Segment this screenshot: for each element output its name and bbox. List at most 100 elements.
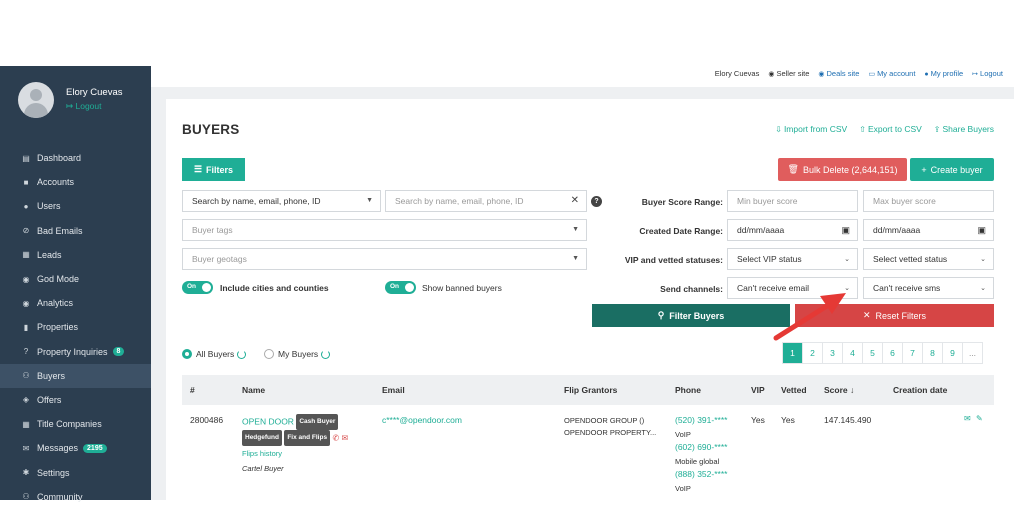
sidebar-item-property-inquiries[interactable]: ? Property Inquiries 8 <box>0 340 151 364</box>
sidebar-item-dashboard[interactable]: ▤ Dashboard <box>0 146 151 170</box>
page-button[interactable]: 3 <box>822 342 843 364</box>
buyer-name-link[interactable]: OPEN DOOR <box>242 416 294 426</box>
search-by-select[interactable]: Search by name, email, phone, ID ▼ <box>182 190 381 212</box>
sidebar-item-label: Settings <box>37 467 70 478</box>
top-link-my-account[interactable]: ▭ My account <box>868 69 915 78</box>
vetted-status-select[interactable]: Select vetted status ⌄ <box>863 248 994 270</box>
chevron-down-icon: ⌄ <box>844 256 850 263</box>
sidebar-item-buyers[interactable]: ⚇ Buyers <box>0 363 151 388</box>
buyer-email-link[interactable]: c****@opendoor.com <box>382 415 462 425</box>
chevron-down-icon: ▼ <box>366 197 373 204</box>
buyer-id: 2800486 <box>190 415 224 425</box>
mail-icon[interactable]: ✉ <box>342 433 349 442</box>
top-link-my-profile[interactable]: ● My profile <box>924 69 963 78</box>
phone-link[interactable]: (888) 352-**** <box>675 468 727 482</box>
phone-link[interactable]: (520) 391-**** <box>675 414 727 428</box>
reset-filters-button[interactable]: ✕ Reset Filters <box>795 304 994 327</box>
sidebar-item-label: Title Companies <box>37 419 102 430</box>
import-csv-link[interactable]: ⇩ Import from CSV <box>775 124 847 134</box>
sidebar-item-label: Analytics <box>37 298 74 309</box>
top-link-logout[interactable]: ↦ Logout <box>972 69 1003 78</box>
chevron-down-icon: ▼ <box>572 255 579 262</box>
edit-icon[interactable]: ✎ <box>976 414 983 423</box>
sidebar-item-label: Buyers <box>37 370 66 381</box>
page-button[interactable]: 4 <box>842 342 863 364</box>
col-score[interactable]: Score ↓ <box>824 385 854 395</box>
mail-icon[interactable]: ✉ <box>964 414 971 423</box>
sidebar-item-offers[interactable]: ◈ Offers <box>0 388 151 412</box>
sidebar-item-label: Offers <box>37 394 62 405</box>
show-banned-label: Show banned buyers <box>422 283 502 293</box>
vip-status-select[interactable]: Select VIP status ⌄ <box>727 248 858 270</box>
logout-icon: ↦ <box>972 71 979 78</box>
close-icon: ✕ <box>862 310 871 320</box>
pagination: 1 2 3 4 5 6 7 8 9... <box>782 342 983 364</box>
grantor-item: OPENDOOR GROUP () <box>564 416 645 425</box>
plus-icon: + <box>921 164 927 175</box>
sidebar-item-leads[interactable]: ▦ Leads <box>0 243 151 267</box>
avatar[interactable] <box>18 82 54 118</box>
col-vip[interactable]: VIP <box>751 385 765 395</box>
loading-icon <box>321 349 331 359</box>
filter-buyers-button[interactable]: ⚲ Filter Buyers <box>592 304 790 327</box>
col-email[interactable]: Email <box>382 385 405 395</box>
sms-channel-select[interactable]: Can't receive sms ⌄ <box>863 277 994 299</box>
phone-link[interactable]: (602) 690-**** <box>675 441 727 455</box>
page-button[interactable]: 9 <box>942 342 963 364</box>
include-cities-toggle[interactable]: On <box>182 281 213 294</box>
create-buyer-button[interactable]: + Create buyer <box>910 158 994 181</box>
clear-icon[interactable]: ✕ <box>571 195 579 206</box>
chevron-down-icon: ⌄ <box>844 285 850 292</box>
page-button[interactable]: 7 <box>902 342 923 364</box>
col-name[interactable]: Name <box>242 385 265 395</box>
sidebar-logout-link[interactable]: ↦ Logout <box>66 101 101 112</box>
date-to-input[interactable]: dd/mm/aaaa ▣ <box>863 219 994 241</box>
offers-icon: ◈ <box>22 395 30 405</box>
flips-history-link[interactable]: Flips history <box>242 449 282 458</box>
sidebar: Elory Cuevas ↦ Logout ▤ Dashboard ■ Account… <box>0 66 151 502</box>
page-button[interactable]: 2 <box>802 342 823 364</box>
search-input[interactable]: Search by name, email, phone, ID ✕ <box>385 190 587 212</box>
chevron-down-icon: ⌄ <box>980 285 986 292</box>
bulk-delete-button[interactable]: 🗑 Bulk Delete (2,644,151) <box>778 158 907 181</box>
page-button[interactable]: 5 <box>862 342 883 364</box>
comment-icon[interactable]: ✆ <box>332 433 339 442</box>
top-link-seller-site[interactable]: ◉ Seller site <box>768 69 809 78</box>
sidebar-item-analytics[interactable]: ◉ Analytics <box>0 291 151 315</box>
sidebar-item-title-companies[interactable]: ▦ Title Companies <box>0 412 151 436</box>
sidebar-item-users[interactable]: ● Users <box>0 194 151 218</box>
email-channel-select[interactable]: Can't receive email ⌄ <box>727 277 858 299</box>
my-buyers-radio[interactable]: My Buyers <box>264 349 331 359</box>
chevron-down-icon: ▼ <box>572 226 579 233</box>
col-creation-date[interactable]: Creation date <box>893 385 947 395</box>
trash-icon: 🗑 <box>787 164 799 174</box>
buyer-geotags-select[interactable]: Buyer geotags ▼ <box>182 248 587 270</box>
export-csv-link[interactable]: ⇧ Export to CSV <box>859 124 922 134</box>
filters-toggle-button[interactable]: ☰ Filters <box>182 158 245 181</box>
all-buyers-radio[interactable]: All Buyers <box>182 349 247 359</box>
date-range-label: Created Date Range: <box>639 226 723 236</box>
sidebar-item-settings[interactable]: ✱ Settings <box>0 460 151 484</box>
sidebar-item-god-mode[interactable]: ◉ God Mode <box>0 267 151 291</box>
date-from-input[interactable]: dd/mm/aaaa ▣ <box>727 219 858 241</box>
calendar-icon[interactable]: ▣ <box>977 225 986 236</box>
calendar-icon[interactable]: ▣ <box>841 225 850 236</box>
sidebar-item-accounts[interactable]: ■ Accounts <box>0 170 151 194</box>
col-vetted[interactable]: Vetted <box>781 385 807 395</box>
page-button[interactable]: 1 <box>782 342 803 364</box>
cartel-label: Cartel Buyer <box>242 464 284 473</box>
min-score-input[interactable]: Min buyer score <box>727 190 858 212</box>
max-score-input[interactable]: Max buyer score <box>863 190 994 212</box>
sidebar-item-bad-emails[interactable]: ⊘ Bad Emails <box>0 219 151 243</box>
sidebar-item-messages[interactable]: ✉ Messages 2195 <box>0 436 151 460</box>
sidebar-item-properties[interactable]: ▮ Properties <box>0 315 151 339</box>
buyer-tags-select[interactable]: Buyer tags ▼ <box>182 219 587 241</box>
page-button[interactable]: ... <box>962 342 983 364</box>
top-link-deals-site[interactable]: ◉ Deals site <box>818 69 859 78</box>
page-button[interactable]: 6 <box>882 342 903 364</box>
share-buyers-link[interactable]: ⇪ Share Buyers <box>934 124 994 134</box>
page-button[interactable]: 8 <box>922 342 943 364</box>
top-username: Elory Cuevas <box>714 69 760 78</box>
show-banned-toggle[interactable]: On <box>385 281 416 294</box>
sidebar-item-community[interactable]: ⚇ Community <box>0 485 151 509</box>
